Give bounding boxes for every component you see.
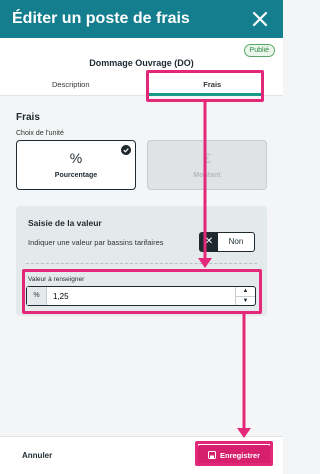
- tab-description[interactable]: Description: [0, 76, 142, 95]
- unit-choice-label: Choix de l’unité: [16, 130, 64, 137]
- dialog-header: Éditer un poste de frais: [0, 0, 283, 38]
- toggle-off-icon: ✕: [200, 233, 218, 251]
- toggle-label: Non: [228, 237, 244, 246]
- section-title: Frais: [16, 112, 40, 123]
- percent-icon: %: [69, 150, 83, 166]
- status-badge: Publié: [243, 44, 275, 57]
- divider: [26, 263, 257, 264]
- close-icon[interactable]: [249, 8, 271, 30]
- unit-option-amount[interactable]: € Montant: [147, 140, 267, 190]
- panel-title: Saisie de la valeur: [28, 218, 102, 228]
- highlight-save-button: [195, 441, 273, 466]
- unit-option-percentage[interactable]: % Pourcentage: [16, 140, 136, 190]
- highlight-value-field: [22, 269, 262, 314]
- panel-description: Indiquer une valeur par bassins tarifair…: [28, 238, 164, 247]
- check-icon: [121, 145, 131, 155]
- highlight-frais-tab: [146, 70, 264, 102]
- unit-option-label: Montant: [193, 172, 221, 179]
- tariff-basin-toggle[interactable]: ✕ Non: [199, 232, 255, 252]
- main-content: Frais Choix de l’unité % Pourcentage € M…: [0, 96, 283, 436]
- cancel-button[interactable]: Annuler: [22, 451, 52, 460]
- dialog-title: Éditer un poste de frais: [12, 10, 190, 27]
- document-title: Dommage Ouvrage (DO): [89, 58, 194, 68]
- euro-icon: €: [203, 150, 211, 166]
- unit-option-label: Pourcentage: [54, 172, 98, 179]
